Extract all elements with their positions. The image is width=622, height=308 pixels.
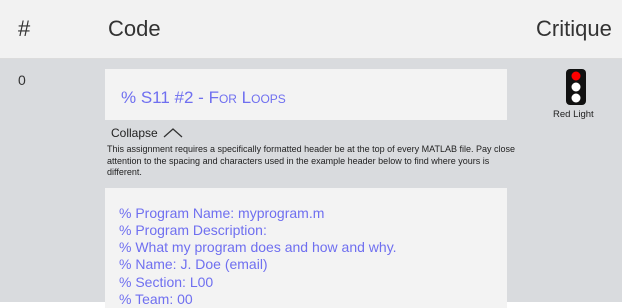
- code-line: % Team: 00: [119, 290, 193, 307]
- traffic-light-icon: [566, 69, 586, 105]
- header-prefix: % S11 #2 -: [121, 88, 209, 107]
- row-index: 0: [18, 72, 26, 88]
- code-line: % Section: L00: [119, 273, 214, 290]
- collapse-toggle[interactable]: Collapse: [111, 126, 507, 140]
- header-title: For Loops: [208, 88, 286, 107]
- table-row: 0 % S11 #2 - For Loops Collapse This ass…: [0, 59, 622, 308]
- explanation-text: This assignment requires a specifically …: [107, 144, 516, 177]
- code-line: % Program Name: myprogram.m: [119, 204, 325, 221]
- code-line: % What my program does and how and why.: [119, 239, 397, 256]
- code-line: % Name: J. Doe (email): [119, 256, 268, 273]
- feedback-table: # Code Critique 0 % S11 #2 - For Loops C…: [0, 0, 622, 308]
- column-header-number: #: [18, 16, 31, 41]
- code-cell: % S11 #2 - For Loops Collapse This assig…: [105, 69, 515, 308]
- critique-label: Red Light: [553, 109, 594, 120]
- header-code-box: % S11 #2 - For Loops: [105, 69, 507, 120]
- table-header: # Code Critique: [0, 0, 622, 59]
- critique-cell: Red Light: [550, 69, 622, 120]
- column-header-critique: Critique: [536, 16, 612, 41]
- chevron-up-icon: [163, 128, 183, 138]
- column-header-code: Code: [108, 16, 161, 41]
- example-code-box: % Program Name: myprogram.m % Program De…: [105, 187, 507, 308]
- code-line: % Program Description:: [119, 221, 267, 238]
- collapse-label: Collapse: [111, 126, 158, 140]
